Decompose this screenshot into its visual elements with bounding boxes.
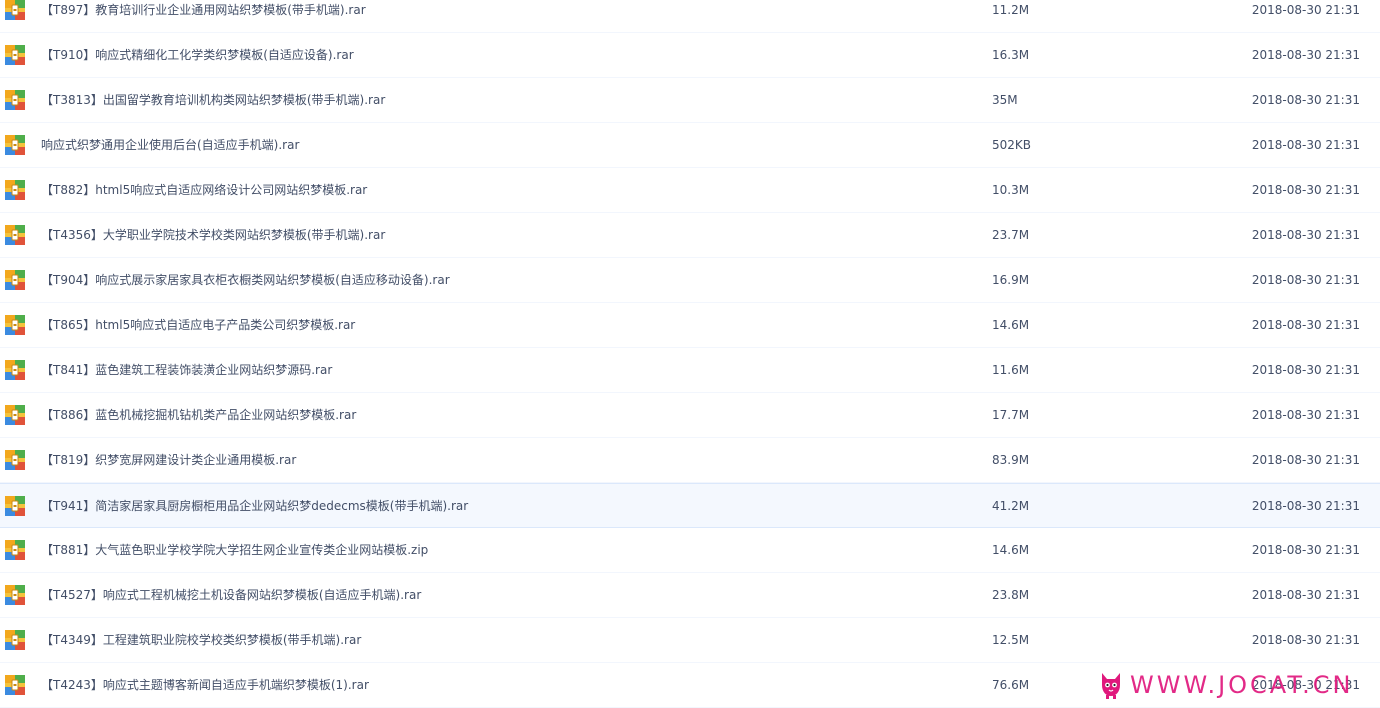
file-name[interactable]: 【T910】响应式精细化工化学类织梦模板(自适应设备).rar [41, 33, 354, 77]
archive-icon[interactable] [5, 45, 25, 65]
file-name[interactable]: 【T4243】响应式主题博客新闻自适应手机端织梦模板(1).rar [41, 663, 369, 707]
file-row[interactable]: 【T897】教育培训行业企业通用网站织梦模板(带手机端).rar 11.2M 2… [0, 0, 1380, 33]
file-name[interactable]: 【T4527】响应式工程机械挖土机设备网站织梦模板(自适应手机端).rar [41, 573, 421, 617]
file-size: 17.7M [992, 408, 1030, 422]
file-date: 2018-08-30 21:31 [1251, 453, 1360, 467]
file-row[interactable]: 【T4243】响应式主题博客新闻自适应手机端织梦模板(1).rar 76.6M … [0, 663, 1380, 708]
file-size: 502KB [992, 138, 1032, 152]
archive-icon[interactable] [5, 90, 25, 110]
file-row[interactable]: 【T819】织梦宽屏网建设计类企业通用模板.rar 83.9M 2018-08-… [0, 438, 1380, 483]
file-name[interactable]: 【T904】响应式展示家居家具衣柜衣橱类网站织梦模板(自适应移动设备).rar [41, 258, 450, 302]
archive-icon[interactable] [5, 585, 25, 605]
file-size: 14.6M [992, 318, 1030, 332]
file-date: 2018-08-30 21:31 [1251, 588, 1360, 602]
archive-icon[interactable] [5, 135, 25, 155]
file-list: 【T897】教育培训行业企业通用网站织梦模板(带手机端).rar 11.2M 2… [0, 0, 1380, 708]
archive-icon[interactable] [5, 450, 25, 470]
file-date: 2018-08-30 21:31 [1251, 138, 1360, 152]
file-name[interactable]: 【T886】蓝色机械挖掘机钻机类产品企业网站织梦模板.rar [41, 393, 356, 437]
file-date: 2018-08-30 21:31 [1251, 633, 1360, 647]
file-row[interactable]: 【T865】html5响应式自适应电子产品类公司织梦模板.rar 14.6M 2… [0, 303, 1380, 348]
file-date: 2018-08-30 21:31 [1251, 318, 1360, 332]
file-name[interactable]: 【T897】教育培训行业企业通用网站织梦模板(带手机端).rar [41, 0, 366, 32]
file-size: 16.9M [992, 273, 1030, 287]
file-date: 2018-08-30 21:31 [1251, 93, 1360, 107]
archive-icon[interactable] [5, 630, 25, 650]
file-row[interactable]: 【T881】大气蓝色职业学校学院大学招生网企业宣传类企业网站模板.zip 14.… [0, 528, 1380, 573]
file-size: 16.3M [992, 48, 1030, 62]
archive-icon[interactable] [5, 225, 25, 245]
file-size: 10.3M [992, 183, 1030, 197]
file-size: 11.6M [992, 363, 1030, 377]
file-row[interactable]: 【T910】响应式精细化工化学类织梦模板(自适应设备).rar 16.3M 20… [0, 33, 1380, 78]
file-name[interactable]: 【T882】html5响应式自适应网络设计公司网站织梦模板.rar [41, 168, 367, 212]
file-row[interactable]: 【T941】简洁家居家具厨房橱柜用品企业网站织梦dedecms模板(带手机端).… [0, 483, 1380, 528]
file-name[interactable]: 【T881】大气蓝色职业学校学院大学招生网企业宣传类企业网站模板.zip [41, 528, 428, 572]
file-date: 2018-08-30 21:31 [1251, 3, 1360, 17]
file-row[interactable]: 【T841】蓝色建筑工程装饰装潢企业网站织梦源码.rar 11.6M 2018-… [0, 348, 1380, 393]
archive-icon[interactable] [5, 270, 25, 290]
file-date: 2018-08-30 21:31 [1251, 543, 1360, 557]
file-row[interactable]: 【T4527】响应式工程机械挖土机设备网站织梦模板(自适应手机端).rar 23… [0, 573, 1380, 618]
file-name[interactable]: 【T4349】工程建筑职业院校学校类织梦模板(带手机端).rar [41, 618, 361, 662]
file-size: 23.8M [992, 588, 1030, 602]
file-row[interactable]: 【T4349】工程建筑职业院校学校类织梦模板(带手机端).rar 12.5M 2… [0, 618, 1380, 663]
file-size: 23.7M [992, 228, 1030, 242]
file-row[interactable]: 【T904】响应式展示家居家具衣柜衣橱类网站织梦模板(自适应移动设备).rar … [0, 258, 1380, 303]
archive-icon[interactable] [5, 496, 25, 516]
archive-icon[interactable] [5, 675, 25, 695]
file-name[interactable]: 响应式织梦通用企业使用后台(自适应手机端).rar [41, 123, 299, 167]
file-date: 2018-08-30 21:31 [1251, 408, 1360, 422]
file-name[interactable]: 【T819】织梦宽屏网建设计类企业通用模板.rar [41, 438, 296, 482]
file-size: 83.9M [992, 453, 1030, 467]
archive-icon[interactable] [5, 315, 25, 335]
file-name[interactable]: 【T3813】出国留学教育培训机构类网站织梦模板(带手机端).rar [41, 78, 385, 122]
file-row[interactable]: 【T882】html5响应式自适应网络设计公司网站织梦模板.rar 10.3M … [0, 168, 1380, 213]
file-name[interactable]: 【T841】蓝色建筑工程装饰装潢企业网站织梦源码.rar [41, 348, 332, 392]
file-date: 2018-08-30 21:31 [1251, 228, 1360, 242]
archive-icon[interactable] [5, 180, 25, 200]
file-date: 2018-08-30 21:31 [1251, 363, 1360, 377]
file-size: 12.5M [992, 633, 1030, 647]
file-size: 76.6M [992, 678, 1030, 692]
file-name[interactable]: 【T4356】大学职业学院技术学校类网站织梦模板(带手机端).rar [41, 213, 385, 257]
file-date: 2018-08-30 21:31 [1251, 499, 1360, 513]
file-name[interactable]: 【T865】html5响应式自适应电子产品类公司织梦模板.rar [41, 303, 355, 347]
file-date: 2018-08-30 21:31 [1251, 48, 1360, 62]
archive-icon[interactable] [5, 540, 25, 560]
file-size: 35M [992, 93, 1018, 107]
file-row[interactable]: 【T3813】出国留学教育培训机构类网站织梦模板(带手机端).rar 35M 2… [0, 78, 1380, 123]
file-size: 11.2M [992, 3, 1030, 17]
file-size: 14.6M [992, 543, 1030, 557]
file-name[interactable]: 【T941】简洁家居家具厨房橱柜用品企业网站织梦dedecms模板(带手机端).… [41, 484, 468, 528]
file-row[interactable]: 响应式织梦通用企业使用后台(自适应手机端).rar 502KB 2018-08-… [0, 123, 1380, 168]
file-row[interactable]: 【T886】蓝色机械挖掘机钻机类产品企业网站织梦模板.rar 17.7M 201… [0, 393, 1380, 438]
archive-icon[interactable] [5, 360, 25, 380]
file-row[interactable]: 【T4356】大学职业学院技术学校类网站织梦模板(带手机端).rar 23.7M… [0, 213, 1380, 258]
archive-icon[interactable] [5, 405, 25, 425]
file-date: 2018-08-30 21:31 [1251, 183, 1360, 197]
file-date: 2018-08-30 21:31 [1251, 678, 1360, 692]
file-date: 2018-08-30 21:31 [1251, 273, 1360, 287]
file-size: 41.2M [992, 499, 1030, 513]
archive-icon[interactable] [5, 0, 25, 20]
